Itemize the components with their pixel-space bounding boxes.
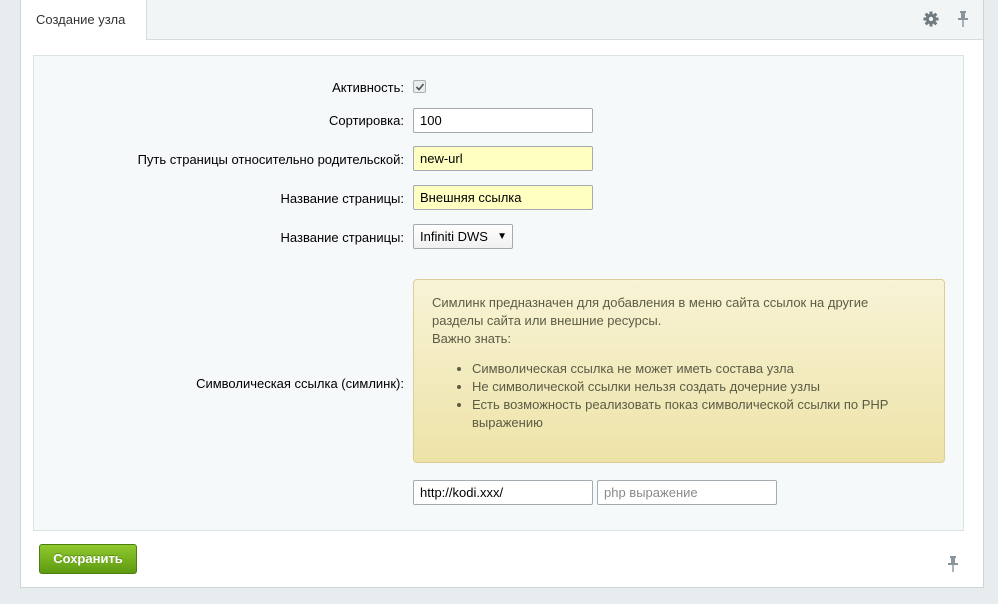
page-select[interactable]: Infiniti DWS ▼	[413, 224, 513, 249]
notice-line-3: Важно знать:	[432, 331, 512, 346]
sort-input[interactable]: 100	[413, 108, 593, 133]
active-label: Активность:	[332, 80, 404, 95]
dropdown-arrow-icon: ▼	[497, 231, 507, 242]
url-input[interactable]: http://kodi.xxx/	[413, 480, 593, 505]
notice-item: Символическая ссылка не может иметь сост…	[472, 360, 926, 378]
notice-item: Есть возможность реализовать показ симво…	[472, 396, 926, 432]
symlink-notice: Симлинк предназначен для добавления в ме…	[413, 279, 945, 463]
symlink-label: Символическая ссылка (симлинк):	[196, 376, 404, 391]
page-select-value: Infiniti DWS	[420, 229, 488, 244]
pin-icon[interactable]	[957, 10, 973, 28]
tab-create-node[interactable]: Создание узла	[21, 0, 147, 40]
path-input[interactable]: new-url	[413, 146, 593, 171]
path-label: Путь страницы относительно родительской:	[137, 152, 404, 167]
form-area: Активность: Сортировка: 100 Путь страниц…	[33, 55, 964, 531]
php-expression-input[interactable]: php выражение	[597, 480, 777, 505]
notice-line-1: Симлинк предназначен для добавления в ме…	[432, 295, 869, 310]
notice-line-2: разделы сайта или внешние ресурсы.	[432, 313, 662, 328]
page-name-input[interactable]: Внешняя ссылка	[413, 185, 593, 210]
tab-icons	[923, 10, 973, 28]
page-select-label: Название страницы:	[280, 230, 404, 245]
gear-icon[interactable]	[923, 10, 939, 28]
check-icon	[415, 83, 425, 91]
php-expression-placeholder: php выражение	[604, 485, 698, 500]
notice-list: Символическая ссылка не может иметь сост…	[432, 360, 926, 432]
sort-label: Сортировка:	[329, 113, 404, 128]
pin-bottom-icon[interactable]	[947, 555, 959, 576]
tab-bar: Создание узла	[21, 0, 983, 40]
active-checkbox[interactable]	[413, 80, 426, 93]
notice-item: Не символической ссылки нельзя создать д…	[472, 378, 926, 396]
save-button[interactable]: Сохранить	[39, 544, 137, 574]
node-create-panel: Создание узла Активность: Сортировка: 10…	[20, 0, 984, 588]
page-name-label: Название страницы:	[280, 191, 404, 206]
